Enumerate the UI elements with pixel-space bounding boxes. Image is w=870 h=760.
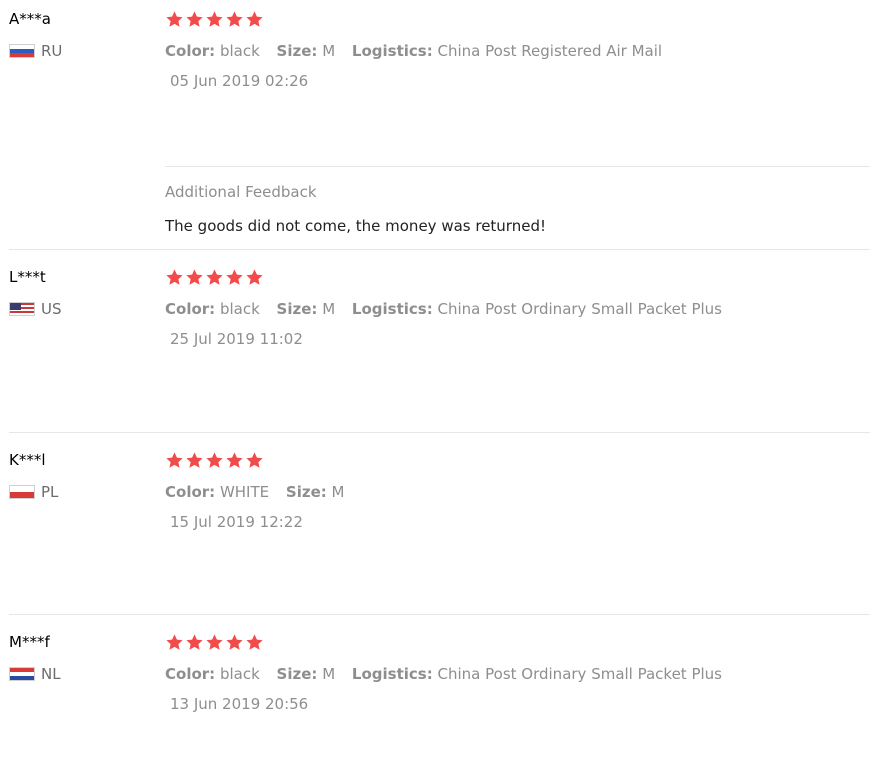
country-code: RU [41, 42, 63, 60]
color-value: black [219, 665, 260, 683]
star-rating [165, 268, 870, 290]
reviewer-name: M***f [9, 633, 50, 651]
reviewer-name: K***l [9, 451, 46, 469]
divider [9, 614, 870, 615]
additional-feedback-title: Additional Feedback [165, 183, 317, 201]
star-icon [205, 633, 224, 652]
reviewer-country: NL [9, 665, 61, 683]
size-label: Size: [276, 300, 318, 318]
reviewer-info: M***f NL [9, 633, 61, 683]
star-icon [225, 268, 244, 287]
star-rating [165, 10, 870, 32]
flag-nl-icon [9, 667, 35, 681]
star-icon [245, 10, 264, 29]
star-icon [205, 451, 224, 470]
flag-ru-icon [9, 44, 35, 58]
star-icon [165, 10, 184, 29]
star-icon [225, 451, 244, 470]
star-icon [165, 633, 184, 652]
reviewer-country: PL [9, 483, 58, 501]
logistics-value: China Post Ordinary Small Packet Plus [437, 300, 722, 318]
color-label: Color: [165, 483, 216, 501]
additional-feedback-text: The goods did not come, the money was re… [165, 217, 546, 235]
color-value: WHITE [219, 483, 270, 501]
size-label: Size: [285, 483, 327, 501]
star-icon [225, 633, 244, 652]
reviewer-country: US [9, 300, 62, 318]
country-code: NL [41, 665, 61, 683]
review-content: Color: black Size: M Logistics: China Po… [165, 10, 870, 90]
star-icon [245, 451, 264, 470]
size-label: Size: [276, 42, 318, 60]
reviewer-name: L***t [9, 268, 46, 286]
review-date: 25 Jul 2019 11:02 [170, 330, 303, 348]
reviewer-name: A***a [9, 10, 51, 28]
size-value: M [322, 665, 336, 683]
star-icon [185, 633, 204, 652]
divider [165, 166, 870, 167]
divider [9, 249, 870, 250]
additional-feedback: Additional Feedback The goods did not co… [165, 183, 546, 235]
star-icon [165, 268, 184, 287]
reviewer-country: RU [9, 42, 62, 60]
flag-pl-icon [9, 485, 35, 499]
star-icon [205, 268, 224, 287]
star-rating [165, 633, 870, 655]
size-value: M [322, 42, 336, 60]
order-details: Color: black Size: M Logistics: China Po… [165, 665, 870, 683]
logistics-label: Logistics: [351, 300, 433, 318]
order-details: Color: black Size: M Logistics: China Po… [165, 42, 870, 60]
star-icon [225, 10, 244, 29]
star-rating [165, 451, 870, 473]
review-content: Color: WHITE Size: M 15 Jul 2019 12:22 [165, 451, 870, 531]
review-content: Color: black Size: M Logistics: China Po… [165, 633, 870, 713]
divider [9, 432, 870, 433]
logistics-label: Logistics: [351, 665, 433, 683]
reviewer-info: L***t US [9, 268, 62, 318]
size-value: M [322, 300, 336, 318]
country-code: US [41, 300, 62, 318]
reviewer-info: A***a RU [9, 10, 62, 60]
flag-us-icon [9, 302, 35, 316]
color-label: Color: [165, 300, 216, 318]
logistics-value: China Post Registered Air Mail [437, 42, 663, 60]
logistics-label: Logistics: [351, 42, 433, 60]
reviewer-info: K***l PL [9, 451, 58, 501]
review-date: 15 Jul 2019 12:22 [170, 513, 303, 531]
size-label: Size: [276, 665, 318, 683]
color-label: Color: [165, 665, 216, 683]
color-value: black [219, 300, 260, 318]
star-icon [245, 633, 264, 652]
review-date: 13 Jun 2019 20:56 [170, 695, 309, 713]
review-content: Color: black Size: M Logistics: China Po… [165, 268, 870, 348]
order-details: Color: black Size: M Logistics: China Po… [165, 300, 870, 318]
star-icon [185, 10, 204, 29]
star-icon [245, 268, 264, 287]
star-icon [185, 451, 204, 470]
review-date: 05 Jun 2019 02:26 [170, 72, 309, 90]
star-icon [165, 451, 184, 470]
logistics-value: China Post Ordinary Small Packet Plus [437, 665, 722, 683]
country-code: PL [41, 483, 59, 501]
star-icon [205, 10, 224, 29]
color-label: Color: [165, 42, 216, 60]
size-value: M [331, 483, 345, 501]
order-details: Color: WHITE Size: M [165, 483, 870, 501]
star-icon [185, 268, 204, 287]
color-value: black [219, 42, 260, 60]
